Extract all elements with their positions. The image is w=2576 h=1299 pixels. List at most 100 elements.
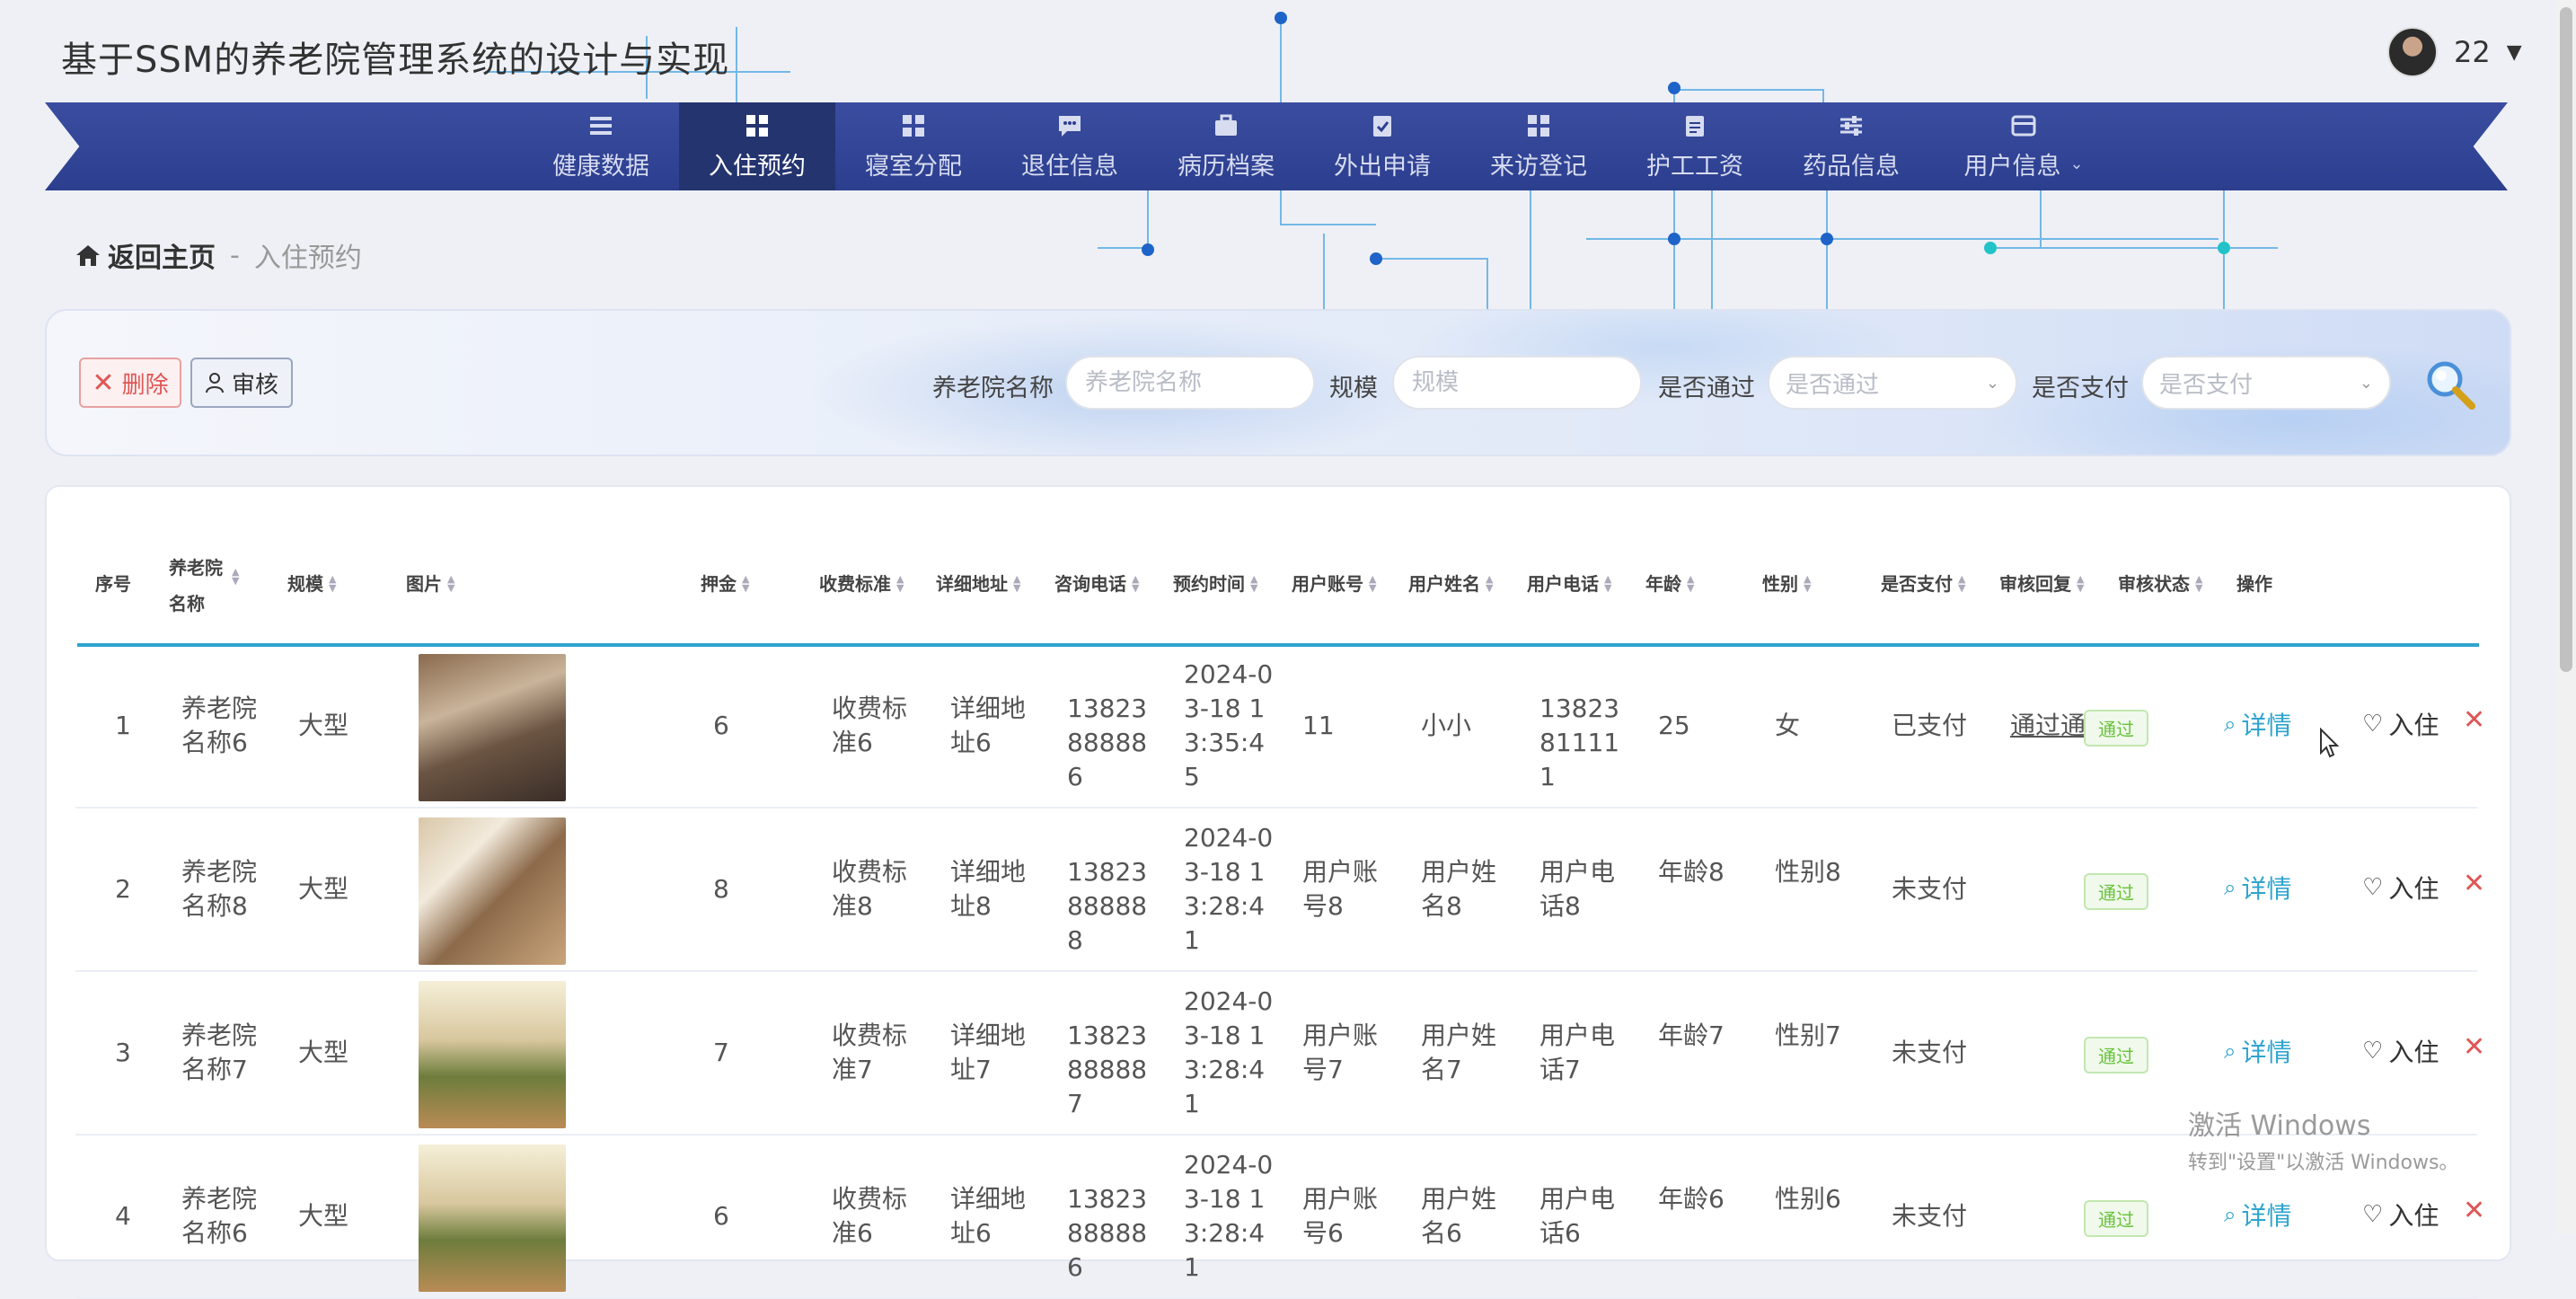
- th-index[interactable]: 序号: [95, 568, 131, 600]
- sort-icon: ▲ ▼: [1958, 573, 1966, 594]
- nav-item-visitor-log[interactable]: 来访登记: [1460, 102, 1617, 190]
- checkin-button[interactable]: ♡ 入住: [2362, 870, 2439, 906]
- td-index: 1: [115, 711, 131, 740]
- nav-item-checkout-info[interactable]: 退住信息: [992, 102, 1148, 190]
- nav-label: 药品信息: [1803, 152, 1900, 181]
- nursing-home-photo[interactable]: [419, 1144, 566, 1292]
- td-user-name: 小小: [1421, 711, 1472, 740]
- nursing-home-photo[interactable]: [419, 981, 566, 1128]
- th-phone[interactable]: 咨询电话 ▲ ▼: [1054, 568, 1139, 600]
- nav-item-medical-records[interactable]: 病历档案: [1148, 102, 1304, 190]
- row-delete-icon[interactable]: ✕: [2463, 1195, 2485, 1226]
- th-status[interactable]: 审核状态 ▲ ▼: [2118, 568, 2202, 600]
- td-fee: 收费标准6: [832, 1184, 908, 1248]
- nav-item-room-assign[interactable]: 寝室分配: [835, 102, 992, 190]
- message-icon: [1059, 115, 1081, 137]
- checkin-button[interactable]: ♡ 入住: [2362, 706, 2439, 742]
- th-paid[interactable]: 是否支付 ▲ ▼: [1881, 568, 1965, 600]
- detail-button[interactable]: ⌕ 详情: [2224, 870, 2291, 906]
- checkin-button[interactable]: ♡ 入住: [2362, 1033, 2439, 1069]
- heart-icon: ♡: [2362, 1038, 2384, 1065]
- nav-label: 外出申请: [1334, 152, 1431, 181]
- td-time: 2024-03-18 13:35:45: [1184, 659, 1274, 791]
- nav-label: 寝室分配: [865, 152, 962, 181]
- th-name[interactable]: 养老院名称: [169, 550, 235, 622]
- home-icon: [76, 245, 100, 266]
- scrollbar-thumb[interactable]: [2560, 7, 2572, 672]
- detail-button[interactable]: ⌕ 详情: [2224, 1197, 2291, 1233]
- td-account: 用户账号6: [1302, 1184, 1379, 1248]
- th-fee[interactable]: 收费标准 ▲ ▼: [819, 568, 904, 600]
- th-name-sort[interactable]: ▲ ▼: [232, 567, 239, 586]
- td-deposit: 6: [713, 711, 729, 740]
- delete-button[interactable]: ✕ 删除: [79, 358, 181, 408]
- search-icon[interactable]: [2423, 358, 2477, 411]
- detail-label: 详情: [2241, 874, 2292, 904]
- td-account: 用户账号8: [1302, 857, 1379, 921]
- sliders-icon: [1840, 115, 1862, 136]
- row-delete-icon[interactable]: ✕: [2463, 704, 2485, 736]
- th-account[interactable]: 用户账号 ▲ ▼: [1292, 568, 1376, 600]
- td-scale: 大型: [298, 874, 349, 904]
- th-scale[interactable]: 规模 ▲ ▼: [287, 568, 336, 600]
- nursing-home-photo[interactable]: [419, 817, 566, 965]
- nav-item-user-info[interactable]: 用户信息 ⌄: [1929, 102, 2118, 190]
- passed-select[interactable]: 是否通过 ⌄: [1768, 356, 2017, 410]
- detail-button[interactable]: ⌕ 详情: [2224, 1033, 2291, 1069]
- sort-icon: ▲ ▼: [896, 573, 904, 594]
- watermark-line1: 激活 Windows: [2188, 1110, 2371, 1142]
- th-image[interactable]: 图片 ▲ ▼: [406, 568, 454, 600]
- detail-label: 详情: [2241, 711, 2292, 740]
- audit-button[interactable]: 审核: [190, 358, 293, 408]
- nav-item-outing-request[interactable]: 外出申请: [1304, 102, 1460, 190]
- td-age: 年龄7: [1658, 1021, 1725, 1050]
- breadcrumb-home[interactable]: 返回主页: [75, 235, 216, 275]
- chevron-down-icon: ⌄: [1985, 373, 1999, 393]
- breadcrumb: 返回主页 - 入住预约: [75, 235, 362, 275]
- vertical-scrollbar[interactable]: [2556, 0, 2576, 1234]
- td-time: 2024-03-18 13:28:41: [1184, 986, 1274, 1118]
- checkin-button[interactable]: ♡ 入住: [2362, 1197, 2439, 1233]
- row-delete-icon[interactable]: ✕: [2463, 1031, 2485, 1063]
- paid-select[interactable]: 是否支付 ⌄: [2141, 356, 2391, 410]
- detail-button[interactable]: ⌕ 详情: [2224, 706, 2291, 742]
- sort-icon: ▲ ▼: [2077, 573, 2085, 594]
- close-icon: ✕: [92, 367, 115, 399]
- nav-item-health-data[interactable]: 健康数据: [523, 102, 679, 190]
- user-menu[interactable]: 22 ▼: [2387, 27, 2522, 77]
- nav-item-medicine-info[interactable]: 药品信息: [1773, 102, 1929, 190]
- sort-icon: ▲ ▼: [1687, 573, 1695, 594]
- th-deposit[interactable]: 押金 ▲ ▼: [701, 568, 749, 600]
- scale-input[interactable]: [1392, 356, 1642, 410]
- zoom-icon: ⌕: [2224, 1038, 2236, 1064]
- row-delete-icon[interactable]: ✕: [2463, 868, 2485, 899]
- th-user-phone[interactable]: 用户电话 ▲ ▼: [1527, 568, 1611, 600]
- mouse-cursor-icon: [2320, 728, 2340, 758]
- zoom-icon: ⌕: [2224, 1202, 2236, 1227]
- nursing-home-photo[interactable]: [419, 654, 566, 801]
- th-reply[interactable]: 审核回复 ▲ ▼: [1999, 568, 2084, 600]
- user-icon: [205, 373, 224, 393]
- filter-scale-label: 规模: [1329, 375, 1378, 402]
- breadcrumb-current: 入住预约: [253, 243, 362, 274]
- td-phone: 13823888886: [1067, 694, 1148, 791]
- nursing-home-name-input[interactable]: [1065, 356, 1315, 410]
- td-address: 详细地址8: [950, 857, 1027, 921]
- nav-item-checkin-booking[interactable]: 入住预约: [679, 102, 835, 190]
- th-user-name[interactable]: 用户姓名 ▲ ▼: [1408, 568, 1493, 600]
- td-deposit: 8: [713, 874, 729, 904]
- nav-item-caregiver-salary[interactable]: 护工工资: [1617, 102, 1773, 190]
- heart-icon: ♡: [2362, 1201, 2384, 1228]
- th-gender[interactable]: 性别 ▲ ▼: [1762, 568, 1811, 600]
- main-navbar: 健康数据 入住预约 寝室分配 退住信息 病历档案 外出申请 来访登记 护工工资: [45, 102, 2508, 190]
- nav-label: 入住预约: [709, 152, 806, 181]
- th-address[interactable]: 详细地址 ▲ ▼: [936, 568, 1020, 600]
- th-time[interactable]: 预约时间 ▲ ▼: [1173, 568, 1257, 600]
- clipboard-icon: [1686, 115, 1704, 137]
- td-time: 2024-03-18 13:28:41: [1184, 1150, 1274, 1282]
- table-row: 1 养老院名称6 大型 6 收费标准6 详细地址6 13823888886 2024-03-1…: [75, 645, 2485, 809]
- td-paid: 未支付: [1892, 1201, 1968, 1231]
- th-age[interactable]: 年龄 ▲ ▼: [1645, 568, 1694, 600]
- status-badge: 通过: [2084, 873, 2148, 910]
- td-fee: 收费标准7: [832, 1021, 908, 1084]
